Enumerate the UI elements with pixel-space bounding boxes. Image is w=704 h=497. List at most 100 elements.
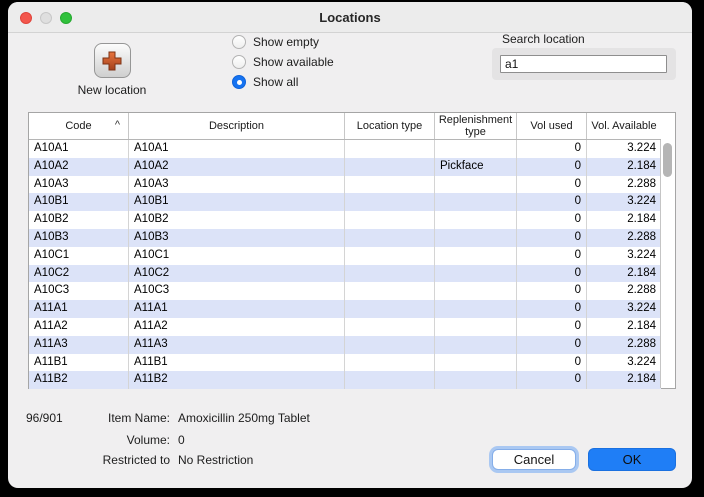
column-header-code[interactable]: Code^	[29, 113, 129, 139]
cell-code: A11A3	[29, 336, 129, 354]
traffic-lights	[20, 12, 72, 24]
ok-button[interactable]: OK	[588, 448, 676, 471]
cell-vol_used: 0	[517, 158, 587, 176]
search-location-input[interactable]	[500, 55, 667, 73]
radio-label-show-empty: Show empty	[253, 35, 319, 49]
cell-location_type	[345, 354, 435, 372]
cell-code: A10A1	[29, 140, 129, 158]
table-row[interactable]: A10B2A10B202.184	[29, 211, 661, 229]
cell-location_type	[345, 300, 435, 318]
table-header-row: Code^DescriptionLocation typeReplenishme…	[29, 113, 661, 140]
cell-description: A10A3	[129, 176, 345, 194]
table-row[interactable]: A10A2A10A2Pickface02.184	[29, 158, 661, 176]
cell-code: A10C1	[29, 247, 129, 265]
table-row[interactable]: A11B2A11B202.184	[29, 371, 661, 389]
cell-vol_used: 0	[517, 140, 587, 158]
cell-location_type	[345, 158, 435, 176]
radio-label-show-available: Show available	[253, 55, 334, 69]
table-row[interactable]: A11B1A11B103.224	[29, 354, 661, 372]
radio-show-empty[interactable]: Show empty	[232, 34, 319, 50]
table-row[interactable]: A11A1A11A103.224	[29, 300, 661, 318]
cell-location_type	[345, 211, 435, 229]
volume-value: 0	[178, 433, 185, 447]
cell-code: A11B1	[29, 354, 129, 372]
sort-ascending-icon: ^	[115, 119, 120, 131]
table-row[interactable]: A10A1A10A103.224	[29, 140, 661, 158]
cell-vol_available: 3.224	[587, 247, 661, 265]
cell-vol_available: 3.224	[587, 193, 661, 211]
cell-vol_available: 3.224	[587, 300, 661, 318]
table-row[interactable]: A10B1A10B103.224	[29, 193, 661, 211]
column-header-description[interactable]: Description	[129, 113, 345, 139]
cell-code: A10C3	[29, 282, 129, 300]
table-row[interactable]: A10C1A10C1 03.224	[29, 247, 661, 265]
cell-location_type	[345, 318, 435, 336]
cell-replenishment_type	[435, 282, 517, 300]
minimize-button[interactable]	[40, 12, 52, 24]
cell-description: A10A2	[129, 158, 345, 176]
cell-code: A10B1	[29, 193, 129, 211]
table-row[interactable]: A10A3A10A302.288	[29, 176, 661, 194]
new-location-button[interactable]: New location	[62, 43, 162, 97]
cell-replenishment_type	[435, 176, 517, 194]
column-header-vol_available[interactable]: Vol. Available	[587, 113, 661, 139]
cell-location_type	[345, 282, 435, 300]
cell-description: A11B1	[129, 354, 345, 372]
cell-vol_available: 3.224	[587, 140, 661, 158]
cell-description: A11A1	[129, 300, 345, 318]
table-row[interactable]: A10B3A10B302.288	[29, 229, 661, 247]
cell-vol_used: 0	[517, 371, 587, 389]
cell-code: A10B2	[29, 211, 129, 229]
cell-description: A10B3	[129, 229, 345, 247]
table-row[interactable]: A10C2A10C202.184	[29, 265, 661, 283]
cell-location_type	[345, 336, 435, 354]
cancel-button[interactable]: Cancel	[492, 449, 576, 470]
radio-show-all[interactable]: Show all	[232, 74, 298, 90]
radio-show-available[interactable]: Show available	[232, 54, 334, 70]
radio-circle-show-empty[interactable]	[232, 35, 246, 49]
cell-description: A10C3	[129, 282, 345, 300]
column-header-location_type[interactable]: Location type	[345, 113, 435, 139]
cell-vol_available: 2.288	[587, 176, 661, 194]
cell-description: A11B2	[129, 371, 345, 389]
cell-description: A10C1	[129, 247, 345, 265]
cell-vol_available: 3.224	[587, 354, 661, 372]
cell-vol_available: 2.288	[587, 229, 661, 247]
new-location-label: New location	[62, 83, 162, 97]
table-row[interactable]: A11A2A11A202.184	[29, 318, 661, 336]
cell-replenishment_type	[435, 265, 517, 283]
cell-description: A10C2	[129, 265, 345, 283]
cell-replenishment_type	[435, 318, 517, 336]
cell-vol_available: 2.184	[587, 318, 661, 336]
radio-circle-show-available[interactable]	[232, 55, 246, 69]
cell-replenishment_type	[435, 371, 517, 389]
cell-location_type	[345, 176, 435, 194]
cell-replenishment_type	[435, 247, 517, 265]
plus-icon	[101, 50, 123, 72]
cell-vol_available: 2.288	[587, 282, 661, 300]
restricted-to-label: Restricted to	[48, 453, 170, 467]
zoom-button[interactable]	[60, 12, 72, 24]
cell-location_type	[345, 265, 435, 283]
cell-replenishment_type	[435, 193, 517, 211]
search-panel	[492, 48, 676, 80]
column-header-replenishment_type[interactable]: Replenishment type	[435, 113, 517, 139]
cell-vol_used: 0	[517, 318, 587, 336]
table-row[interactable]: A10C3A10C3 02.288	[29, 282, 661, 300]
table-row[interactable]: A11A3A11A302.288	[29, 336, 661, 354]
cell-code: A10A2	[29, 158, 129, 176]
cell-code: A10A3	[29, 176, 129, 194]
cell-code: A11A1	[29, 300, 129, 318]
cell-vol_used: 0	[517, 247, 587, 265]
radio-circle-show-all[interactable]	[232, 75, 246, 89]
cell-vol_used: 0	[517, 282, 587, 300]
new-location-icon-button[interactable]	[94, 43, 131, 78]
cell-replenishment_type	[435, 229, 517, 247]
close-button[interactable]	[20, 12, 32, 24]
title-bar: Locations	[8, 2, 692, 33]
radio-label-show-all: Show all	[253, 75, 298, 89]
cell-description: A11A3	[129, 336, 345, 354]
column-header-vol_used[interactable]: Vol used	[517, 113, 587, 139]
vertical-scrollbar[interactable]	[660, 140, 675, 388]
scrollbar-thumb[interactable]	[663, 143, 672, 177]
